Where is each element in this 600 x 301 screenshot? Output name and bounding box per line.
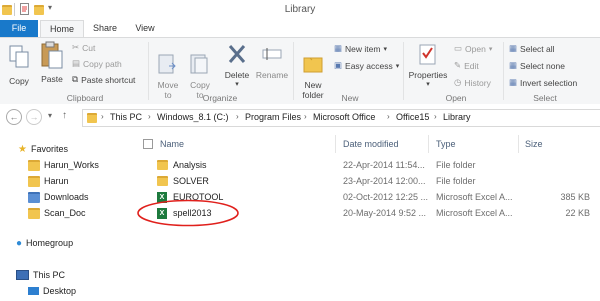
ribbon-tabs: File Home Share View: [0, 20, 600, 38]
scissors-icon: ✂: [72, 42, 80, 52]
breadcrumb-program-files[interactable]: Program Files: [245, 112, 301, 122]
select-all-button[interactable]: ▦ Select all: [509, 43, 555, 54]
paste-icon: [41, 41, 63, 69]
navigation-pane: ★ Favorites Harun_Works Harun Downloads S…: [0, 131, 130, 301]
easy-access-icon: ▣: [334, 60, 343, 70]
nav-favorites[interactable]: ★ Favorites: [18, 142, 68, 156]
copy-button[interactable]: Copy: [4, 44, 34, 86]
tab-home[interactable]: Home: [40, 20, 84, 38]
copy-label: Copy: [9, 76, 29, 86]
rename-button[interactable]: Rename: [255, 42, 289, 80]
folder-icon: [87, 113, 97, 125]
group-select-label: Select: [533, 93, 557, 103]
select-all-icon: ▦: [509, 43, 518, 53]
file-list: Name Date modified Type Size Analysis 22…: [133, 131, 600, 301]
paste-shortcut-icon: ⧉: [72, 74, 79, 84]
edit-icon: ✎: [454, 60, 462, 70]
folder-icon: [28, 207, 40, 219]
group-organize-label: Organize: [202, 93, 238, 103]
group-open-label: Open: [445, 93, 467, 103]
nav-item-downloads[interactable]: Downloads: [28, 190, 89, 204]
up-arrow-icon[interactable]: ↑: [62, 110, 67, 121]
select-all-checkbox[interactable]: [143, 139, 153, 149]
copy-path-button[interactable]: ▤ Copy path: [72, 58, 122, 69]
folder-icon: [157, 160, 168, 172]
ribbon: Copy Paste ✂ Cut ▤ Copy path ⧉ Paste shortc…: [0, 37, 600, 105]
window-title: Library: [284, 4, 316, 15]
properties-button[interactable]: Properties ▾: [406, 42, 450, 88]
breadcrumb-office15[interactable]: Office15: [396, 112, 429, 122]
edit-button[interactable]: ✎ Edit: [454, 60, 479, 71]
invert-selection-icon: ▦: [509, 77, 518, 87]
breadcrumb-microsoft-office[interactable]: Microsoft Office: [313, 112, 375, 122]
cut-button[interactable]: ✂ Cut: [72, 42, 95, 53]
new-item-icon: ▦: [334, 43, 343, 53]
paste-button[interactable]: Paste: [38, 40, 66, 84]
paste-shortcut-button[interactable]: ⧉ Paste shortcut: [72, 74, 135, 85]
tab-share[interactable]: Share: [86, 20, 124, 37]
homegroup-icon: ●: [16, 237, 23, 249]
navigation-bar: ← → ▾ ↑ › This PC › Windows_8.1 (C:) › P…: [0, 104, 600, 130]
back-arrow-icon[interactable]: ←: [6, 109, 22, 125]
copy-to-icon: [190, 54, 208, 74]
copy-icon: [9, 45, 29, 68]
nav-item-scan-doc[interactable]: Scan_Doc: [28, 206, 86, 220]
address-bar[interactable]: › This PC › Windows_8.1 (C:) › Program F…: [82, 109, 600, 127]
downloads-folder-icon: [28, 191, 40, 203]
easy-access-button[interactable]: ▣ Easy access ▾: [334, 60, 399, 71]
delete-x-icon: [228, 45, 246, 63]
column-header-date[interactable]: Date modified: [343, 139, 399, 149]
column-header-name[interactable]: Name: [160, 139, 184, 149]
move-to-button[interactable]: Move to: [154, 42, 182, 110]
desktop-icon: [28, 287, 39, 295]
nav-this-pc[interactable]: This PC: [16, 268, 65, 282]
column-header-size[interactable]: Size: [525, 139, 543, 149]
star-icon: ★: [18, 143, 27, 155]
open-button[interactable]: ▭ Open ▾: [454, 43, 492, 54]
computer-icon: [16, 270, 29, 280]
delete-button[interactable]: Delete ▾: [221, 42, 253, 88]
nav-item-harun-works[interactable]: Harun_Works: [28, 158, 99, 172]
delete-dropdown-arrow[interactable]: ▾: [221, 80, 253, 88]
rename-icon: [262, 48, 282, 60]
file-row-solver[interactable]: SOLVER 23-Apr-2014 12:00... File folder: [133, 173, 600, 189]
folder-icon: [28, 175, 40, 187]
column-header-type[interactable]: Type: [436, 139, 456, 149]
group-new-label: New: [341, 93, 359, 103]
new-item-button[interactable]: ▦ New item ▾: [334, 43, 387, 54]
copy-path-icon: ▤: [72, 58, 81, 68]
folder-icon: [28, 159, 40, 171]
new-folder-icon: [303, 57, 323, 73]
new-folder-button[interactable]: New folder: [298, 42, 328, 110]
nav-homegroup[interactable]: ● Homegroup: [16, 236, 73, 250]
forward-arrow-icon[interactable]: →: [26, 109, 42, 125]
paste-label: Paste: [41, 74, 63, 84]
open-icon: ▭: [454, 43, 463, 53]
invert-selection-button[interactable]: ▦ Invert selection: [509, 77, 577, 88]
properties-icon: [419, 44, 436, 65]
select-none-button[interactable]: ▦ Select none: [509, 60, 565, 71]
properties-dropdown-arrow[interactable]: ▾: [406, 80, 450, 88]
recent-locations-chevron-icon[interactable]: ▾: [48, 111, 52, 120]
history-icon: ◷: [454, 77, 462, 87]
file-row-analysis[interactable]: Analysis 22-Apr-2014 11:54... File folde…: [133, 157, 600, 173]
tab-view[interactable]: View: [128, 20, 162, 37]
nav-desktop[interactable]: Desktop: [28, 284, 76, 298]
select-none-icon: ▦: [509, 60, 518, 70]
breadcrumb-this-pc[interactable]: This PC: [110, 112, 142, 122]
move-to-icon: [158, 54, 176, 74]
folder-icon: [157, 176, 168, 188]
breadcrumb-drive[interactable]: Windows_8.1 (C:): [157, 112, 229, 122]
group-clipboard-label: Clipboard: [66, 93, 104, 103]
highlight-ellipse-annotation: [137, 199, 239, 227]
tab-file[interactable]: File: [0, 20, 38, 37]
breadcrumb-library[interactable]: Library: [443, 112, 471, 122]
title-bar: ▾ Library: [0, 0, 600, 20]
history-button[interactable]: ◷ History: [454, 77, 491, 88]
nav-item-harun[interactable]: Harun: [28, 174, 69, 188]
